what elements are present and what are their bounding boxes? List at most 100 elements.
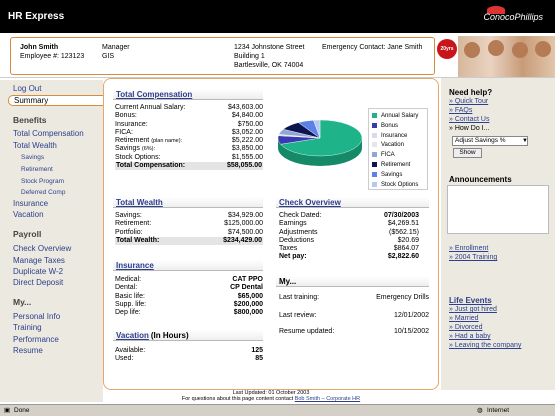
check-overview-title[interactable]: Check Overview [279, 198, 341, 207]
check-label: Check Dated: [279, 212, 322, 219]
quick-tour-label: Quick Tour [454, 98, 489, 105]
brand-name: ConocoPhillips [483, 12, 543, 22]
wealth-value: $125,000.00 [224, 220, 263, 228]
nav-total-compensation[interactable]: Total Compensation [13, 129, 84, 138]
check-label: Adjustments [279, 228, 318, 236]
nav-deferred-comp[interactable]: Deferred Comp [21, 189, 65, 196]
comp-total-value: $58,055.00 [226, 162, 262, 170]
vacation-label: Available: [115, 347, 146, 354]
legend-swatch [372, 113, 377, 118]
total-compensation-title[interactable]: Total Compensation [116, 90, 192, 99]
legend-label: Annual Salary [381, 113, 419, 120]
wealth-row: Savings: $34,929.00 [115, 212, 263, 220]
nav-summary-tab[interactable]: Summary [8, 95, 103, 106]
browser-status-bar: ▣ Done ◍ Internet [0, 404, 555, 416]
footer-contact: For questions about this page content co… [103, 396, 439, 402]
check-row: Check Dated: 07/30/2003 [279, 212, 419, 220]
chevron-down-icon[interactable]: ▼ [522, 137, 528, 145]
how-do-i-select[interactable]: Adjust Savings % [452, 136, 528, 146]
total-wealth-table: Savings: $34,929.00 Retirement: $125,000.0… [115, 212, 263, 246]
life-event-leaving-link[interactable]: » Leaving the company [449, 342, 521, 349]
legend-swatch [372, 152, 377, 158]
insurance-row: Supp. life: $200,000 [115, 301, 263, 309]
how-do-i-label: » How Do I... [449, 125, 490, 132]
compensation-pie-chart [277, 119, 363, 166]
emergency-contact: Emergency Contact: Jane Smith [322, 44, 423, 51]
legend-item: Savings [372, 171, 403, 178]
legend-swatch [372, 142, 377, 148]
person-photo-icon [464, 42, 480, 58]
insurance-label: Medical: [115, 276, 142, 283]
comp-value: $3,850.00 [231, 145, 263, 153]
nav-section-benefits: Benefits [13, 115, 47, 125]
zone-text: Internet [487, 407, 510, 414]
nav-vacation[interactable]: Vacation [13, 210, 44, 219]
nav-duplicate-w2[interactable]: Duplicate W-2 [13, 267, 63, 276]
legend-label: Savings [381, 171, 403, 178]
contact-link[interactable]: Bob Smith – Corporate HR [295, 396, 360, 402]
app-header [0, 0, 555, 33]
insurance-label: Basic life: [115, 292, 145, 300]
nav-retirement[interactable]: Retirement [21, 166, 53, 173]
nav-stock-program[interactable]: Stock Program [21, 178, 64, 185]
logout-link[interactable]: Log Out [13, 84, 41, 93]
net-pay-label: Net pay: [279, 253, 307, 261]
wealth-value: $74,500.00 [227, 228, 263, 236]
quick-tour-link[interactable]: » Quick Tour [449, 98, 488, 105]
life-event-divorced-link[interactable]: » Divorced [449, 324, 482, 331]
enrollment-link[interactable]: » Enrollment [449, 245, 488, 252]
vacation-title[interactable]: Vacation [116, 331, 149, 340]
comp-value: $5,222.00 [231, 137, 263, 145]
nav-section-payroll: Payroll [13, 229, 42, 239]
nav-resume[interactable]: Resume [13, 346, 43, 355]
comp-row: Bonus: $4,840.00 [115, 112, 263, 120]
insurance-row: Medical: CAT PPO [115, 276, 263, 284]
address-line-1: 1234 Johnstone Street [234, 44, 305, 51]
life-events-title[interactable]: Life Events [449, 296, 492, 305]
contact-us-link[interactable]: » Contact Us [449, 116, 489, 123]
show-button[interactable]: Show [453, 148, 482, 158]
wealth-total-label: Total Wealth: [116, 236, 160, 244]
nav-personal-info[interactable]: Personal Info [13, 312, 60, 321]
pie-legend: Annual Salary Bonus Insurance Vacation FICA R… [368, 108, 428, 190]
announcements-title: Announcements [449, 175, 512, 184]
net-pay-value: $2,822.60 [387, 253, 419, 261]
insurance-value: $65,000 [237, 292, 263, 300]
vacation-value: 125 [251, 347, 263, 354]
pie-slices [277, 119, 363, 166]
total-wealth-title[interactable]: Total Wealth [116, 198, 163, 207]
comp-value: $1,555.00 [231, 153, 263, 161]
check-value: 07/30/2003 [383, 212, 419, 219]
life-event-married-link[interactable]: » Married [449, 315, 479, 322]
faqs-link[interactable]: » FAQs [449, 107, 472, 114]
check-label: Earnings [279, 220, 307, 228]
life-event-hired-link[interactable]: » Just got hired [449, 306, 497, 313]
insurance-title[interactable]: Insurance [116, 261, 154, 270]
comp-total-label: Total Compensation: [116, 162, 186, 170]
nav-savings[interactable]: Savings [21, 154, 44, 161]
nav-manage-taxes[interactable]: Manage Taxes [13, 256, 65, 265]
training-2004-link[interactable]: » 2004 Training [449, 254, 497, 261]
comp-label: Current Annual Salary: [115, 104, 186, 111]
insurance-label: Dental: [115, 284, 138, 292]
legend-item: FICA [372, 152, 395, 158]
nav-direct-deposit[interactable]: Direct Deposit [13, 278, 63, 287]
my-training-value: Emergency Drills [376, 294, 429, 301]
nav-performance[interactable]: Performance [13, 335, 59, 344]
legend-item: Bonus [372, 122, 399, 129]
nav-total-wealth[interactable]: Total Wealth [13, 141, 57, 150]
check-value: $864.07 [393, 245, 419, 253]
legend-swatch [372, 171, 377, 177]
life-event-label: Had a baby [454, 333, 491, 340]
comp-label: FICA: [115, 128, 133, 136]
check-value: $20.69 [397, 236, 419, 244]
life-event-baby-link[interactable]: » Had a baby [449, 333, 491, 340]
comp-row: FICA: $3,052.00 [115, 129, 263, 137]
faqs-label: FAQs [454, 107, 473, 114]
wealth-total-row: Total Wealth: $234,429.00 [115, 236, 263, 246]
how-do-i-text: How Do I... [454, 125, 490, 132]
nav-training[interactable]: Training [13, 323, 42, 332]
nav-insurance[interactable]: Insurance [13, 199, 48, 208]
nav-check-overview[interactable]: Check Overview [13, 244, 71, 253]
legend-label: Bonus [381, 122, 399, 129]
